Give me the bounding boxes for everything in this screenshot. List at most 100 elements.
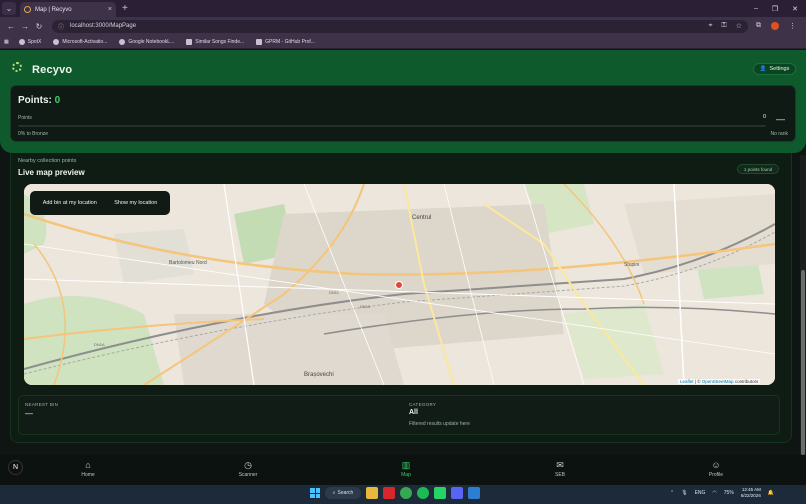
progress-label: 0% to Bronze	[18, 131, 49, 137]
app-l-icon[interactable]	[383, 487, 395, 499]
category-note: Filtered results update here	[409, 421, 470, 427]
map-eyebrow: Nearby collection points	[18, 158, 77, 164]
file-explorer-icon[interactable]	[366, 487, 378, 499]
map-icon: ▥	[401, 460, 411, 470]
taskbar-clock[interactable]: 12:45 AM 6/22/2026	[741, 487, 761, 499]
app-window-icon[interactable]	[468, 487, 480, 499]
key-icon[interactable]: ⚿	[721, 22, 726, 30]
browser-toolbar: ← → ↻ ⓘ localhost:3000/MapPage ⌖ ⚿ ☆ ⧉ ⋮	[0, 17, 806, 35]
github-icon	[18, 38, 25, 45]
browser-tabbar: ⌄ Map | Recyvo × + – ❐ ✕	[0, 0, 806, 17]
spotify-icon[interactable]	[417, 487, 429, 499]
show-location-button[interactable]: Show my location	[110, 196, 161, 210]
bookmark-item[interactable]: SpotX	[18, 38, 41, 45]
back-arrow-icon[interactable]: ←	[4, 22, 18, 31]
bookmark-item[interactable]: Google NotebookL...	[119, 38, 174, 45]
apps-grid-icon[interactable]: ▦	[4, 39, 9, 45]
category-value[interactable]: All	[409, 409, 418, 416]
browser-menu-icon[interactable]: ⋮	[789, 22, 796, 30]
bookmark-star-icon[interactable]: ☆	[736, 22, 742, 30]
clock-icon: ◷	[244, 460, 252, 470]
windows-start-icon[interactable]	[310, 488, 320, 498]
bookmarks-bar: ▦ SpotX Microsoft-Activatio... Google No…	[0, 35, 806, 49]
restore-icon[interactable]: ❐	[772, 5, 778, 13]
points-count: 0	[763, 114, 767, 120]
window-controls: – ❐ ✕	[754, 5, 798, 13]
github-icon	[53, 38, 60, 45]
nav-item-map[interactable]: ▥ Map	[386, 460, 426, 478]
extensions-puzzle-icon[interactable]: ⧉	[756, 22, 761, 30]
tab-search-chevron-icon[interactable]: ⌄	[2, 2, 16, 15]
chrome-icon[interactable]	[400, 487, 412, 499]
notebook-icon	[119, 38, 126, 45]
progress-track	[18, 125, 766, 127]
map-label-dn1a: DN1A	[94, 342, 105, 347]
bookmark-item[interactable]: GPRM - GitHub Prof...	[256, 38, 315, 45]
users-icon: 👤	[759, 66, 767, 72]
taskbar-apps: ⌕ Search	[310, 487, 480, 499]
nearest-bin-value: —	[25, 409, 33, 418]
bin-marker[interactable]	[395, 281, 403, 289]
map-label-center: Centrul	[412, 215, 431, 221]
tray-chevron-icon[interactable]: ⌃	[670, 490, 674, 496]
map-label-stupini: Stupini	[624, 262, 639, 268]
tab-close-icon[interactable]: ×	[108, 6, 112, 13]
battery-label[interactable]: 75%	[724, 490, 734, 496]
search-icon: ⌕	[332, 490, 336, 496]
taskbar-search[interactable]: ⌕ Search	[325, 487, 361, 499]
nav-item-seb[interactable]: ✉ SEB	[540, 460, 580, 478]
mic-icon[interactable]: 🎙	[681, 490, 687, 496]
info-card	[18, 395, 780, 435]
settings-label: Settings	[769, 66, 790, 72]
recycle-logo-icon	[12, 62, 22, 72]
points-title: Points: 0	[18, 95, 61, 106]
map-label-dn13: DN13	[360, 304, 371, 309]
system-tray: ⌃ 🎙 ENG ◠ 75% 12:45 AM 6/22/2026 🔔	[670, 487, 774, 499]
bookmark-item[interactable]: Similar Songs Finde...	[186, 38, 244, 45]
points-label: Points	[18, 115, 32, 121]
rank-label: No rank	[770, 131, 788, 137]
site-info-icon[interactable]: ⓘ	[58, 22, 64, 31]
location-pin-icon[interactable]: ⌖	[708, 22, 712, 30]
scrollbar-thumb[interactable]	[801, 270, 805, 455]
add-bin-button[interactable]: Add bin at my location	[39, 196, 101, 210]
profile-avatar-icon[interactable]	[771, 22, 779, 30]
nav-item-scanner[interactable]: ◷ Scanner	[228, 460, 268, 478]
points-found-badge: 1 points found	[737, 164, 779, 174]
tab-favicon-icon	[24, 6, 31, 13]
user-avatar[interactable]: N	[8, 460, 23, 475]
tab-title: Map | Recyvo	[35, 6, 72, 13]
user-icon: ☺	[711, 460, 721, 470]
leaflet-link[interactable]: Leaflet	[680, 379, 694, 384]
language-indicator[interactable]: ENG	[695, 490, 706, 496]
map-controls: Add bin at my location Show my location	[30, 191, 170, 215]
music-icon	[186, 38, 193, 45]
points-card: Points: 0 Points 0 — 0% to Bronze No ran…	[10, 85, 796, 142]
minimize-icon[interactable]: –	[754, 5, 758, 13]
category-label: CATEGORY	[409, 402, 437, 407]
url-text: localhost:3000/MapPage	[70, 23, 137, 29]
forward-arrow-icon[interactable]: →	[18, 22, 32, 31]
wifi-icon[interactable]: ◠	[712, 490, 716, 496]
close-window-icon[interactable]: ✕	[792, 5, 798, 13]
osm-link[interactable]: OpenStreetMap	[702, 379, 734, 384]
points-value: 0	[54, 95, 61, 106]
settings-button[interactable]: 👤 Settings	[753, 63, 796, 75]
nav-item-profile[interactable]: ☺ Profile	[696, 460, 736, 478]
browser-tab[interactable]: Map | Recyvo ×	[20, 2, 116, 17]
nav-item-home[interactable]: ⌂ Home	[68, 460, 108, 478]
map-attribution: Leaflet | © OpenStreetMap contributors	[678, 379, 761, 384]
points-dash: —	[776, 114, 785, 124]
map-label-south: Brașovechi	[304, 372, 334, 378]
map-label-dn11: DN11	[329, 290, 340, 295]
address-bar[interactable]: ⓘ localhost:3000/MapPage ⌖ ⚿ ☆	[52, 19, 748, 33]
whatsapp-icon[interactable]	[434, 487, 446, 499]
bookmark-item[interactable]: Microsoft-Activatio...	[53, 38, 107, 45]
chat-icon: ✉	[556, 460, 564, 470]
map-title: Live map preview	[18, 168, 85, 177]
home-icon: ⌂	[85, 460, 91, 470]
reload-icon[interactable]: ↻	[32, 22, 46, 31]
new-tab-button[interactable]: +	[122, 3, 128, 14]
notification-bell-icon[interactable]: 🔔	[768, 490, 774, 496]
discord-icon[interactable]	[451, 487, 463, 499]
